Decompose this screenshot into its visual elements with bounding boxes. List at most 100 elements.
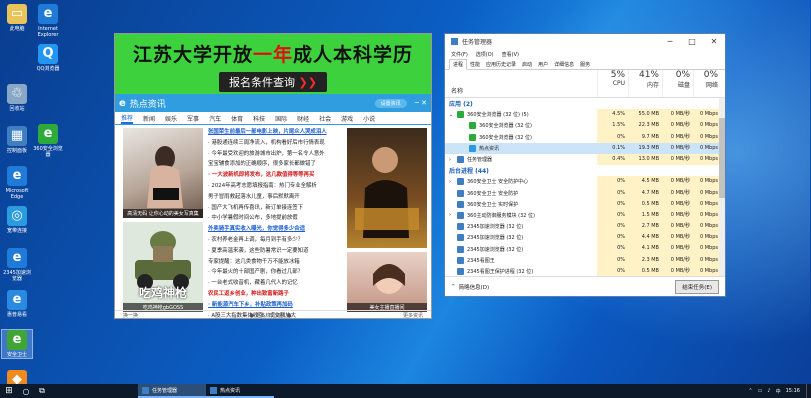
tm-tab[interactable]: 应用历史记录	[483, 60, 519, 69]
tm-menu-item[interactable]: 查看(V)	[502, 51, 519, 58]
start-windows-icon[interactable]: ⊞	[0, 384, 18, 398]
desktop-icon[interactable]: e 360安全浏览器	[33, 124, 63, 158]
more-news-link[interactable]: ● 更多热门资讯 ●	[250, 312, 292, 318]
tm-row[interactable]: 后台进程 (44)	[445, 165, 725, 176]
chevron-up-icon[interactable]: ⌃	[451, 284, 456, 290]
tray-item[interactable]: ♪	[767, 388, 770, 394]
tm-scrollbar[interactable]	[719, 98, 725, 277]
news-item[interactable]: · 一台老式收音机，藏着几代人的记忆	[208, 278, 343, 289]
news-tab[interactable]: 国际	[275, 114, 287, 123]
news-item[interactable]: · 一大波新机即将发布，这几款值得等等再买	[208, 170, 343, 181]
show-desktop-button[interactable]	[806, 384, 811, 398]
desktop-icon[interactable]: ◎ 宽带连接	[2, 206, 32, 234]
tm-row[interactable]: 热点资讯 0.1% 19.3 MB 0 MB/秒 0 Mbps	[445, 142, 725, 154]
expand-chevron-icon[interactable]: ›	[449, 212, 457, 218]
desktop-icon[interactable]: e 惠普易看	[2, 290, 32, 318]
photo-thumb-right[interactable]: 美女主播直播间	[347, 252, 427, 312]
task-view-icon[interactable]: ⧉	[34, 384, 50, 398]
end-task-button[interactable]: 结束任务(E)	[675, 279, 719, 294]
tm-column-header[interactable]: 0% 网络	[693, 70, 721, 97]
tm-row[interactable]: 360安全浏览器 (32 位) 1.5% 22.3 MB 0 MB/秒 0 Mbps	[445, 120, 725, 132]
tm-row[interactable]: › 360主动防御服务模块 (32 位) 0% 1.5 MB 0 MB/秒 0 Mbps	[445, 209, 725, 222]
tm-tab[interactable]: 性能	[467, 60, 483, 69]
desktop-icon[interactable]: Q QQ浏览器	[33, 44, 63, 72]
tm-tab[interactable]: 用户	[535, 60, 551, 69]
news-tab[interactable]: 汽车	[209, 114, 221, 123]
news-tab[interactable]: 科技	[253, 114, 265, 123]
tray-item[interactable]: ⌃	[748, 388, 752, 394]
tm-column-header[interactable]: 0% 磁盘	[662, 70, 693, 97]
tm-row[interactable]: ⌄ 360安全浏览器 (32 位) (5) 4.5% 55.0 MB 0 MB/秒 0 M…	[445, 109, 725, 121]
news-tab[interactable]: 娱乐	[165, 114, 177, 123]
tm-row[interactable]: 360安全卫士 安全防护 0% 4.7 MB 0 MB/秒 0 Mbps	[445, 187, 725, 199]
news-item[interactable]: · 中小学暑假时间公布，多地提前放假	[208, 213, 343, 224]
news-item[interactable]: 外卖骑手真实收入曝光，你觉得多少合适	[208, 224, 343, 235]
tm-row[interactable]: 2345加速浏览器 (32 位) 0% 2.7 MB 0 MB/秒 0 Mbps	[445, 221, 725, 233]
ad-query-button[interactable]: 报名条件查询 ❯❯	[219, 72, 327, 92]
news-item[interactable]: 张国荣生前最后一部电影上映，片尾众人哭成泪人	[208, 127, 343, 138]
poster-thumb[interactable]	[347, 128, 427, 248]
minimize-icon[interactable]: ─	[659, 37, 681, 46]
news-item[interactable]: 男子冒雨救起落水儿童，事后默默离开	[208, 192, 343, 203]
tray-item[interactable]: 中	[776, 388, 781, 395]
news-settings-button[interactable]: 设置资讯	[374, 98, 407, 108]
tm-row[interactable]: 2345加速浏览器 (32 位) 0% 4.1 MB 0 MB/秒 0 Mbps	[445, 243, 725, 255]
desktop-icon[interactable]: e 2345加速浏览器	[2, 248, 32, 282]
news-tab[interactable]: 小说	[363, 114, 375, 123]
desktop-icon[interactable]: ▭ 此电脑	[2, 4, 32, 32]
news-item[interactable]: 专家提醒：这几类食物千万不能放冰箱	[208, 257, 343, 268]
desktop-icon[interactable]: e Internet Explorer	[33, 4, 63, 38]
news-item[interactable]: · 国产大飞机再传喜讯，新订单接连签下	[208, 203, 343, 214]
maximize-icon[interactable]: □	[681, 37, 703, 46]
tm-column-header[interactable]: 5% CPU	[597, 70, 628, 97]
photo-thumb-left[interactable]: 高清无码 让你心动的美女写真集	[123, 128, 203, 218]
tm-tab[interactable]: 进程	[449, 59, 468, 70]
news-item[interactable]: · 今年最火的十部国产剧，你看过几部？	[208, 267, 343, 278]
tm-tab[interactable]: 服务	[577, 60, 593, 69]
news-item[interactable]: · 今年最受欢迎的旅游城市出炉，第一名令人意外	[208, 149, 343, 160]
taskbar-app[interactable]: 任务管理器	[138, 384, 206, 398]
news-tab[interactable]: 游戏	[341, 114, 353, 123]
tm-tab[interactable]: 启动	[519, 60, 535, 69]
news-tab[interactable]: 体育	[231, 114, 243, 123]
news-item[interactable]: · 2024年高考志愿填报指南：热门专业全解析	[208, 181, 343, 192]
refresh-link[interactable]: 换一换	[123, 312, 138, 318]
tm-row[interactable]: 2345看图王 0% 2.3 MB 0 MB/秒 0 Mbps	[445, 254, 725, 266]
game-ad-thumb[interactable]: 吃鸡神枪 吃鸡神枪gbGOSS	[123, 222, 203, 312]
fewer-details-link[interactable]: 简略信息(D)	[459, 283, 490, 291]
news-item[interactable]: · 农村养老金再上调，每月到手有多少？	[208, 235, 343, 246]
tm-row[interactable]: › 任务管理器 0.4% 13.0 MB 0 MB/秒 0 Mbps	[445, 153, 725, 166]
desktop-icon[interactable]: ♲ 回收站	[2, 84, 32, 112]
tm-column-header[interactable]: 名称	[445, 70, 597, 97]
news-tab[interactable]: 军事	[187, 114, 199, 123]
news-tab[interactable]: 新闻	[143, 114, 155, 123]
desktop-icon[interactable]: ▦ 控制面板	[2, 126, 32, 154]
news-item[interactable]: · 夏季高温来袭，这些防暑常识一定要知道	[208, 246, 343, 257]
tray-item[interactable]: ▭	[758, 388, 763, 394]
news-tab[interactable]: 社会	[319, 114, 331, 123]
ad-banner[interactable]: 江苏大学开放一年成人本科学历 报名条件查询 ❯❯	[115, 34, 431, 94]
news-tab[interactable]: 财经	[297, 114, 309, 123]
desktop-icon[interactable]: e 安全卫士	[1, 329, 33, 359]
tray-item[interactable]: 15:16	[786, 388, 800, 394]
tm-menu-item[interactable]: 选项(O)	[476, 51, 494, 58]
expand-chevron-icon[interactable]: ›	[449, 157, 457, 163]
expand-chevron-icon[interactable]: ⌄	[449, 112, 457, 118]
news-tab[interactable]: 推荐	[121, 113, 134, 124]
expand-chevron-icon[interactable]: ›	[449, 179, 457, 185]
taskbar-app[interactable]: 热点资讯	[206, 384, 274, 398]
more-info-link[interactable]: 更多资讯	[403, 312, 423, 318]
news-item[interactable]: · 新能源汽车下乡，补贴政策再加码	[208, 300, 343, 311]
news-item[interactable]: · 港股通连续三周净流入，机构看好后市行情表现	[208, 138, 343, 149]
close-icon[interactable]: ✕	[703, 37, 725, 46]
search-icon[interactable]: ○	[18, 384, 34, 398]
desktop-icon[interactable]: e Microsoft Edge	[2, 166, 32, 200]
tm-tab[interactable]: 详细信息	[551, 60, 577, 69]
tm-row[interactable]: 应用 (2)	[445, 98, 725, 109]
tm-column-header[interactable]: 41% 内存	[628, 70, 662, 97]
tm-row[interactable]: 360安全浏览器 (32 位) 0% 9.7 MB 0 MB/秒 0 Mbps	[445, 131, 725, 143]
tm-menu-item[interactable]: 文件(F)	[451, 51, 468, 58]
tm-row[interactable]: 2345加速浏览器 (32 位) 0% 4.4 MB 0 MB/秒 0 Mbps	[445, 232, 725, 244]
news-item[interactable]: 宝宝辅食添加的正确顺序，很多家长都做错了	[208, 159, 343, 170]
news-item[interactable]: 农民工返乡创业，种出致富新路子	[208, 289, 343, 300]
